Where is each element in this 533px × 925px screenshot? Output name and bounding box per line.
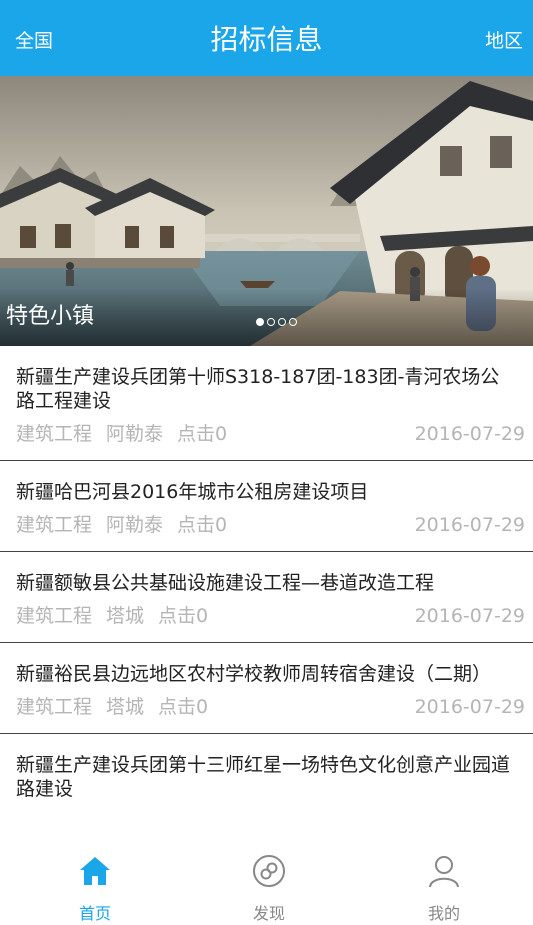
tab-label: 首页 xyxy=(78,904,111,923)
profile-icon xyxy=(429,856,459,888)
item-category: 建筑工程 xyxy=(16,514,93,536)
item-clicks: 点击0 xyxy=(158,605,209,627)
item-area: 塔城 xyxy=(106,696,145,718)
list-item[interactable]: 新疆哈巴河县2016年城市公租房建设项目 建筑工程 阿勒泰 点击0 2016-07-… xyxy=(0,461,533,552)
item-date: 2016-07-29 xyxy=(414,423,525,445)
item-date: 2016-07-29 xyxy=(414,605,525,627)
item-date: 2016-07-29 xyxy=(414,696,525,718)
carousel-dot[interactable] xyxy=(256,318,264,326)
item-title: 新疆哈巴河县2016年城市公租房建设项目 xyxy=(16,481,369,503)
item-meta: 建筑工程 塔城 点击0 2016-07-29 xyxy=(16,694,525,720)
banner-carousel[interactable]: 特色小镇 xyxy=(0,76,533,346)
banner-caption: 特色小镇 xyxy=(6,304,95,329)
item-title: 新疆生产建设兵团第十师S318-187团-183团-青河农场公路工程建设 xyxy=(16,366,500,412)
top-bar: 全国 招标信息 地区 xyxy=(0,0,533,76)
list-item[interactable]: 新疆裕民县边远地区农村学校教师周转宿舍建设（二期） 建筑工程 塔城 点击0 2016… xyxy=(0,643,533,734)
region-button[interactable]: 地区 xyxy=(485,26,523,53)
carousel-indicator xyxy=(256,318,297,326)
item-title: 新疆裕民县边远地区农村学校教师周转宿舍建设（二期） xyxy=(16,663,492,685)
item-category: 建筑工程 xyxy=(16,605,93,627)
item-clicks: 点击0 xyxy=(177,514,228,536)
list-item[interactable]: 新疆生产建设兵团第十三师红星一场特色文化创意产业园道路建设 xyxy=(0,734,533,814)
item-meta: 建筑工程 阿勒泰 点击0 2016-07-29 xyxy=(16,512,525,538)
item-meta: 建筑工程 阿勒泰 点击0 2016-07-29 xyxy=(16,421,525,447)
tab-label: 发现 xyxy=(252,904,285,923)
item-clicks: 点击0 xyxy=(158,696,209,718)
list-item[interactable]: 新疆额敏县公共基础设施建设工程—巷道改造工程 建筑工程 塔城 点击0 2016-07… xyxy=(0,552,533,643)
item-category: 建筑工程 xyxy=(16,423,93,445)
item-title: 新疆额敏县公共基础设施建设工程—巷道改造工程 xyxy=(16,572,435,594)
item-area: 塔城 xyxy=(106,605,145,627)
bid-list: 新疆生产建设兵团第十师S318-187团-183团-青河农场公路工程建设 建筑工… xyxy=(0,346,533,846)
item-category: 建筑工程 xyxy=(16,696,93,718)
item-meta: 建筑工程 塔城 点击0 2016-07-29 xyxy=(16,603,525,629)
item-area: 阿勒泰 xyxy=(106,423,164,445)
carousel-dot[interactable] xyxy=(289,318,297,326)
item-title: 新疆生产建设兵团第十三师红星一场特色文化创意产业园道路建设 xyxy=(16,754,511,800)
bottom-tab-bar: 首页 发现 我的 xyxy=(0,846,533,925)
item-clicks: 点击0 xyxy=(177,423,228,445)
item-area: 阿勒泰 xyxy=(106,514,164,536)
carousel-dot[interactable] xyxy=(267,318,275,326)
page-title: 招标信息 xyxy=(210,23,323,56)
list-item[interactable]: 新疆生产建设兵团第十师S318-187团-183团-青河农场公路工程建设 建筑工… xyxy=(0,346,533,461)
item-date: 2016-07-29 xyxy=(414,514,525,536)
home-icon xyxy=(80,857,110,885)
tab-label: 我的 xyxy=(427,904,460,923)
carousel-dot[interactable] xyxy=(278,318,286,326)
discover-icon xyxy=(253,855,285,887)
